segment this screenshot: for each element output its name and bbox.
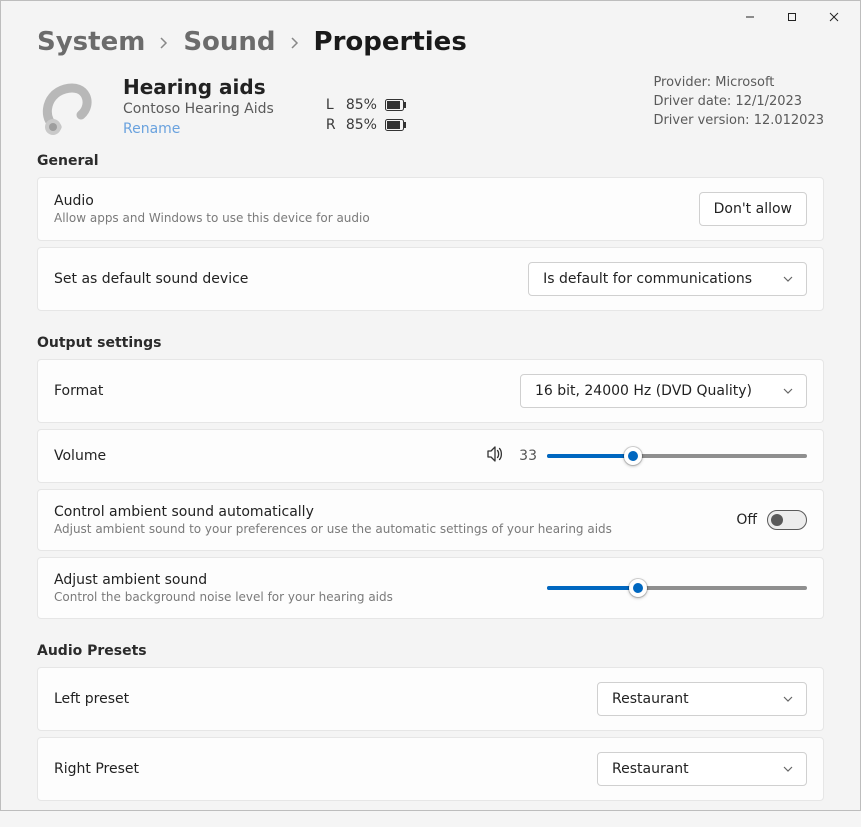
card-left-preset: Left preset Restaurant — [37, 667, 824, 731]
ambient-auto-toggle[interactable] — [767, 510, 807, 530]
breadcrumb-system[interactable]: System — [37, 27, 145, 57]
breadcrumb-sound[interactable]: Sound — [183, 27, 275, 57]
breadcrumb: System Sound Properties — [37, 27, 824, 57]
section-output: Output settings — [37, 335, 824, 351]
chevron-down-icon — [782, 271, 794, 287]
default-device-value: Is default for communications — [543, 271, 752, 287]
battery-icon — [385, 119, 407, 131]
card-ambient-auto: Control ambient sound automatically Adju… — [37, 489, 824, 551]
ambient-auto-title: Control ambient sound automatically — [54, 504, 612, 520]
close-icon — [829, 12, 839, 22]
volume-title: Volume — [54, 448, 106, 464]
battery-left: L 85% — [326, 97, 407, 113]
volume-value: 33 — [515, 448, 537, 464]
ambient-adjust-desc: Control the background noise level for y… — [54, 590, 393, 604]
audio-title: Audio — [54, 193, 370, 209]
right-preset-title: Right Preset — [54, 761, 139, 777]
format-select[interactable]: 16 bit, 24000 Hz (DVD Quality) — [520, 374, 807, 408]
close-button[interactable] — [814, 3, 854, 31]
chevron-right-icon — [159, 27, 169, 57]
volume-slider[interactable] — [547, 446, 807, 466]
hearing-aid-icon — [37, 75, 101, 139]
ambient-adjust-title: Adjust ambient sound — [54, 572, 393, 588]
battery-right-pct: 85% — [346, 117, 377, 133]
toggle-knob — [771, 514, 783, 526]
driver-date: Driver date: 12/1/2023 — [653, 94, 824, 109]
minimize-icon — [745, 12, 755, 22]
default-title: Set as default sound device — [54, 271, 248, 287]
format-value: 16 bit, 24000 Hz (DVD Quality) — [535, 383, 752, 399]
left-preset-select[interactable]: Restaurant — [597, 682, 807, 716]
chevron-right-icon — [290, 27, 300, 57]
chevron-down-icon — [782, 383, 794, 399]
battery-right: R 85% — [326, 117, 407, 133]
battery-left-pct: 85% — [346, 97, 377, 113]
driver-version: Driver version: 12.012023 — [653, 113, 824, 128]
card-audio: Audio Allow apps and Windows to use this… — [37, 177, 824, 241]
maximize-icon — [787, 12, 797, 22]
driver-provider: Provider: Microsoft — [653, 75, 824, 90]
audio-desc: Allow apps and Windows to use this devic… — [54, 211, 370, 225]
battery-status: L 85% R 85% — [326, 97, 407, 133]
card-right-preset: Right Preset Restaurant — [37, 737, 824, 801]
left-preset-title: Left preset — [54, 691, 129, 707]
device-subtitle: Contoso Hearing Aids — [123, 101, 274, 117]
battery-right-label: R — [326, 117, 338, 133]
maximize-button[interactable] — [772, 3, 812, 31]
left-preset-value: Restaurant — [612, 691, 689, 707]
minimize-button[interactable] — [730, 3, 770, 31]
card-default-device: Set as default sound device Is default f… — [37, 247, 824, 311]
right-preset-value: Restaurant — [612, 761, 689, 777]
card-ambient-adjust: Adjust ambient sound Control the backgro… — [37, 557, 824, 619]
breadcrumb-current: Properties — [314, 27, 467, 57]
card-format: Format 16 bit, 24000 Hz (DVD Quality) — [37, 359, 824, 423]
ambient-slider[interactable] — [547, 578, 807, 598]
speaker-icon[interactable] — [485, 444, 505, 468]
section-general: General — [37, 153, 824, 169]
card-volume: Volume 33 — [37, 429, 824, 483]
right-preset-select[interactable]: Restaurant — [597, 752, 807, 786]
chevron-down-icon — [782, 691, 794, 707]
battery-icon — [385, 99, 407, 111]
default-device-select[interactable]: Is default for communications — [528, 262, 807, 296]
settings-window: System Sound Properties Hearing aids Con… — [0, 0, 861, 811]
driver-info: Provider: Microsoft Driver date: 12/1/20… — [653, 75, 824, 128]
device-header: Hearing aids Contoso Hearing Aids Rename… — [37, 75, 824, 139]
battery-left-label: L — [326, 97, 338, 113]
device-info: Hearing aids Contoso Hearing Aids Rename — [123, 75, 274, 137]
chevron-down-icon — [782, 761, 794, 777]
device-title: Hearing aids — [123, 75, 274, 99]
page-content: System Sound Properties Hearing aids Con… — [1, 27, 860, 827]
section-presets: Audio Presets — [37, 643, 824, 659]
ambient-auto-desc: Adjust ambient sound to your preferences… — [54, 522, 612, 536]
format-title: Format — [54, 383, 103, 399]
rename-link[interactable]: Rename — [123, 121, 274, 137]
ambient-auto-state: Off — [736, 512, 757, 528]
dont-allow-button[interactable]: Don't allow — [699, 192, 807, 226]
